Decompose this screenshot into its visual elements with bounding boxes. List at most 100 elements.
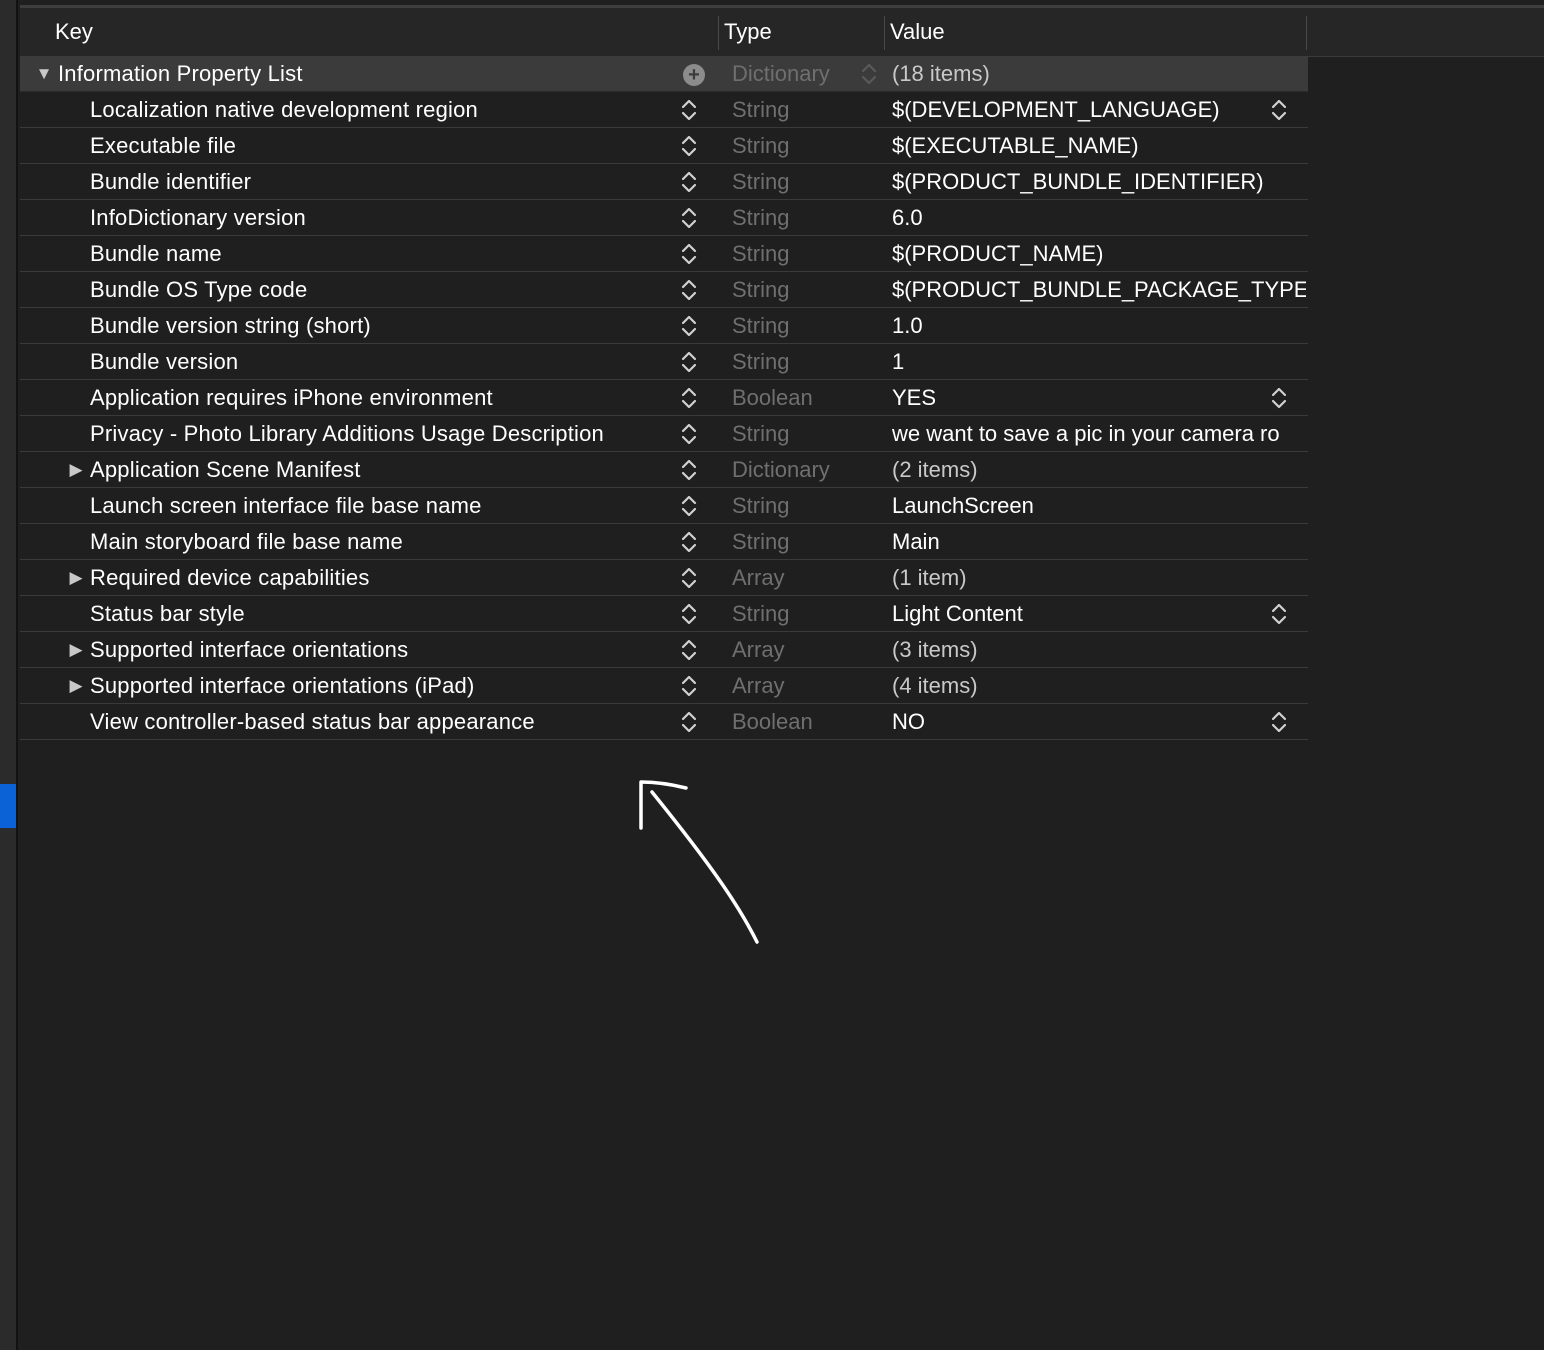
up-down-chevron-icon[interactable] xyxy=(678,276,700,304)
row-key[interactable]: InfoDictionary version xyxy=(90,200,306,235)
row-key[interactable]: Localization native development region xyxy=(90,92,478,127)
up-down-chevron-icon[interactable] xyxy=(678,384,700,412)
table-row[interactable]: Bundle version String 1 xyxy=(20,344,1308,380)
row-key[interactable]: Supported interface orientations (iPad) xyxy=(90,668,474,703)
up-down-chevron-icon[interactable] xyxy=(1268,708,1290,736)
row-value[interactable]: $(PRODUCT_BUNDLE_PACKAGE_TYPE) xyxy=(892,272,1306,307)
up-down-chevron-icon[interactable] xyxy=(678,240,700,268)
row-value[interactable]: NO xyxy=(892,704,1306,739)
table-row[interactable]: ▶ Supported interface orientations Array (3… xyxy=(20,632,1308,668)
row-value[interactable]: $(PRODUCT_BUNDLE_IDENTIFIER) xyxy=(892,164,1306,199)
row-key[interactable]: Required device capabilities xyxy=(90,560,370,595)
up-down-chevron-icon[interactable] xyxy=(678,528,700,556)
row-type[interactable]: String xyxy=(732,128,789,163)
row-value[interactable]: (2 items) xyxy=(892,452,1306,487)
row-value[interactable]: YES xyxy=(892,380,1306,415)
row-key[interactable]: Supported interface orientations xyxy=(90,632,408,667)
up-down-chevron-icon[interactable] xyxy=(678,456,700,484)
table-row[interactable]: ▶ Required device capabilities Array (1 ite… xyxy=(20,560,1308,596)
row-type[interactable]: Array xyxy=(732,560,785,595)
row-key[interactable]: Bundle identifier xyxy=(90,164,251,199)
up-down-chevron-icon[interactable] xyxy=(678,672,700,700)
row-type[interactable]: String xyxy=(732,92,789,127)
row-key[interactable]: Application Scene Manifest xyxy=(90,452,361,487)
row-type[interactable]: String xyxy=(732,164,789,199)
triangle-down-icon[interactable]: ▼ xyxy=(34,56,54,91)
up-down-chevron-icon[interactable] xyxy=(1268,384,1290,412)
row-value[interactable]: LaunchScreen xyxy=(892,488,1306,523)
row-type[interactable]: String xyxy=(732,308,789,343)
up-down-chevron-icon[interactable] xyxy=(678,600,700,628)
row-value[interactable]: (4 items) xyxy=(892,668,1306,703)
row-type[interactable]: String xyxy=(732,272,789,307)
row-key[interactable]: Launch screen interface file base name xyxy=(90,488,482,523)
up-down-chevron-icon[interactable] xyxy=(678,96,700,124)
row-type[interactable]: String xyxy=(732,596,789,631)
row-type[interactable]: String xyxy=(732,416,789,451)
up-down-chevron-icon[interactable] xyxy=(1268,600,1290,628)
row-type[interactable]: String xyxy=(732,344,789,379)
type-column-header[interactable]: Type xyxy=(724,8,772,56)
up-down-chevron-icon[interactable] xyxy=(678,636,700,664)
table-row[interactable]: Bundle OS Type code String $(PRODUCT_BUNDL… xyxy=(20,272,1308,308)
table-row[interactable]: Main storyboard file base name String Main xyxy=(20,524,1308,560)
table-row[interactable]: Bundle version string (short) String 1.0 xyxy=(20,308,1308,344)
table-row[interactable]: Privacy - Photo Library Additions Usage … xyxy=(20,416,1308,452)
row-type[interactable]: Dictionary xyxy=(732,452,830,487)
key-column-header[interactable]: Key xyxy=(55,8,93,56)
table-row[interactable]: Localization native development region St… xyxy=(20,92,1308,128)
row-type[interactable]: String xyxy=(732,524,789,559)
row-type[interactable]: String xyxy=(732,200,789,235)
up-down-chevron-icon[interactable] xyxy=(858,60,880,88)
table-row[interactable]: Executable file String $(EXECUTABLE_NAME) xyxy=(20,128,1308,164)
row-value[interactable]: Main xyxy=(892,524,1306,559)
row-key[interactable]: Bundle version xyxy=(90,344,238,379)
up-down-chevron-icon[interactable] xyxy=(678,312,700,340)
row-type[interactable]: Boolean xyxy=(732,380,813,415)
row-key[interactable]: Bundle OS Type code xyxy=(90,272,307,307)
up-down-chevron-icon[interactable] xyxy=(678,132,700,160)
up-down-chevron-icon[interactable] xyxy=(678,420,700,448)
table-row[interactable]: Status bar style String Light Content xyxy=(20,596,1308,632)
up-down-chevron-icon[interactable] xyxy=(678,708,700,736)
up-down-chevron-icon[interactable] xyxy=(678,168,700,196)
up-down-chevron-icon[interactable] xyxy=(678,348,700,376)
triangle-right-icon[interactable]: ▶ xyxy=(66,452,86,487)
row-key[interactable]: Status bar style xyxy=(90,596,245,631)
triangle-right-icon[interactable]: ▶ xyxy=(66,668,86,703)
table-row[interactable]: View controller-based status bar appeara… xyxy=(20,704,1308,740)
column-separator[interactable] xyxy=(1306,16,1307,50)
row-type[interactable]: String xyxy=(732,488,789,523)
table-row[interactable]: ▶ Supported interface orientations (iPad)… xyxy=(20,668,1308,704)
table-row[interactable]: Application requires iPhone environment B… xyxy=(20,380,1308,416)
up-down-chevron-icon[interactable] xyxy=(678,564,700,592)
row-value[interactable]: we want to save a pic in your camera ro xyxy=(892,416,1306,451)
triangle-right-icon[interactable]: ▶ xyxy=(66,632,86,667)
table-row[interactable]: Bundle name String $(PRODUCT_NAME) xyxy=(20,236,1308,272)
row-value[interactable]: (1 item) xyxy=(892,560,1306,595)
row-type[interactable]: Array xyxy=(732,668,785,703)
row-type[interactable]: Boolean xyxy=(732,704,813,739)
value-column-header[interactable]: Value xyxy=(890,8,945,56)
row-value[interactable]: $(EXECUTABLE_NAME) xyxy=(892,128,1306,163)
row-key[interactable]: View controller-based status bar appeara… xyxy=(90,704,535,739)
row-value[interactable]: $(PRODUCT_NAME) xyxy=(892,236,1306,271)
table-row[interactable]: Bundle identifier String $(PRODUCT_BUNDLE_… xyxy=(20,164,1308,200)
table-row[interactable]: Launch screen interface file base name St… xyxy=(20,488,1308,524)
up-down-chevron-icon[interactable] xyxy=(678,204,700,232)
row-key[interactable]: Main storyboard file base name xyxy=(90,524,403,559)
column-separator[interactable] xyxy=(884,16,885,50)
row-type[interactable]: String xyxy=(732,236,789,271)
plus-circle-icon[interactable]: + xyxy=(683,64,705,86)
table-row[interactable]: ▶ Application Scene Manifest Dictionary (2 … xyxy=(20,452,1308,488)
up-down-chevron-icon[interactable] xyxy=(1268,96,1290,124)
column-separator[interactable] xyxy=(718,16,719,50)
row-key[interactable]: Privacy - Photo Library Additions Usage … xyxy=(90,416,604,451)
row-type[interactable]: Array xyxy=(732,632,785,667)
row-value[interactable]: $(DEVELOPMENT_LANGUAGE) xyxy=(892,92,1306,127)
row-value[interactable]: (3 items) xyxy=(892,632,1306,667)
up-down-chevron-icon[interactable] xyxy=(678,492,700,520)
row-key[interactable]: Bundle version string (short) xyxy=(90,308,371,343)
row-value[interactable]: 1 xyxy=(892,344,1306,379)
row-key[interactable]: Bundle name xyxy=(90,236,222,271)
